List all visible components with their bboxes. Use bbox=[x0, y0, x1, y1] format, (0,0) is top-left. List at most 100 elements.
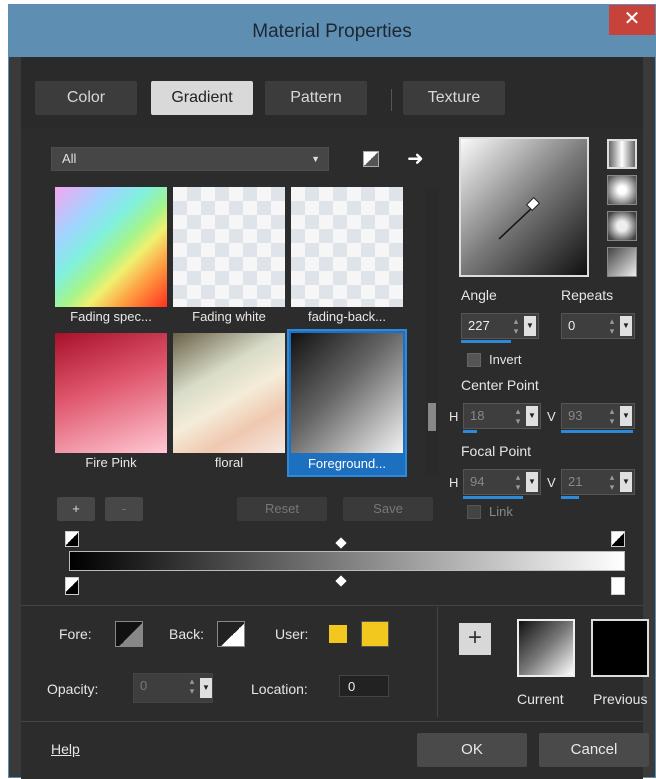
center-h-field[interactable]: 18 ▴ ▾ ▼ bbox=[463, 403, 541, 429]
tab-pattern[interactable]: Pattern bbox=[265, 81, 367, 115]
repeats-field[interactable]: 0 ▴ ▾ ▼ bbox=[561, 313, 635, 339]
gradient-list-scrollbar[interactable] bbox=[425, 187, 439, 477]
focal-v-value: 21 bbox=[568, 474, 583, 489]
footer-divider bbox=[21, 721, 643, 722]
gradient-label: Fading white bbox=[192, 309, 266, 324]
chevron-down-icon[interactable]: ▼ bbox=[526, 406, 538, 426]
angle-slider[interactable] bbox=[461, 340, 511, 343]
opacity-field[interactable]: 0 ▴ ▾ ▼ bbox=[133, 673, 213, 703]
gradient-thumb-fading-background[interactable] bbox=[291, 187, 403, 307]
window-title: Material Properties bbox=[252, 21, 412, 42]
linear-style-button[interactable] bbox=[607, 139, 637, 169]
center-h-value: 18 bbox=[470, 408, 485, 423]
center-v-label: V bbox=[547, 409, 556, 424]
chevron-down-icon[interactable]: ▼ bbox=[526, 472, 538, 492]
angle-label: Angle bbox=[461, 287, 497, 303]
remove-gradient-button[interactable]: - bbox=[105, 497, 143, 521]
section-divider bbox=[21, 605, 643, 606]
midpoint-marker-bottom[interactable] bbox=[335, 575, 347, 587]
arrow-right-icon[interactable]: ➜ bbox=[407, 146, 424, 171]
dialog-body: Color Gradient Pattern Texture All ▼ ➜ F… bbox=[21, 57, 649, 779]
chevron-down-icon[interactable]: ▼ bbox=[524, 316, 536, 336]
location-field[interactable]: 0 bbox=[339, 675, 389, 697]
focal-h-slider[interactable] bbox=[463, 496, 523, 499]
cancel-button[interactable]: Cancel bbox=[539, 733, 649, 767]
gradient-label: Fire Pink bbox=[85, 455, 137, 470]
focal-h-field[interactable]: 94 ▴ ▾ ▼ bbox=[463, 469, 541, 495]
center-v-slider[interactable] bbox=[561, 430, 633, 433]
gradient-label: Fading spec... bbox=[70, 309, 152, 324]
gradient-editor-bar[interactable] bbox=[69, 551, 625, 571]
focal-v-slider[interactable] bbox=[561, 496, 579, 499]
add-to-swatches-button[interactable]: + bbox=[459, 623, 491, 655]
gradient-label: Foreground... bbox=[307, 456, 387, 471]
center-h-label: H bbox=[449, 409, 459, 424]
midpoint-marker-top[interactable] bbox=[335, 537, 347, 549]
fore-swatch[interactable] bbox=[115, 621, 143, 647]
tab-color[interactable]: Color bbox=[35, 81, 137, 115]
category-filter-select[interactable]: All ▼ bbox=[51, 147, 329, 171]
bottom-stop-fore-marker[interactable] bbox=[65, 577, 79, 595]
opacity-label: Opacity: bbox=[47, 681, 99, 697]
gradient-thumb-fading-white[interactable] bbox=[173, 187, 285, 307]
save-button[interactable]: Save bbox=[343, 497, 433, 521]
current-label: Current bbox=[517, 691, 564, 707]
sunburst-style-button[interactable] bbox=[607, 211, 637, 241]
invert-label: Invert bbox=[489, 352, 522, 367]
category-filter-value: All bbox=[62, 151, 77, 166]
spinner-arrows-icon[interactable]: ▴ ▾ bbox=[186, 676, 198, 696]
radial-style-button[interactable] bbox=[607, 247, 637, 277]
gradient-preview[interactable] bbox=[459, 137, 589, 277]
gradient-thumb-fading-spectrum[interactable] bbox=[55, 187, 167, 307]
close-button[interactable]: ✕ bbox=[609, 5, 655, 35]
reset-button[interactable]: Reset bbox=[237, 497, 327, 521]
invert-checkbox[interactable] bbox=[467, 353, 481, 367]
focal-h-label: H bbox=[449, 475, 459, 490]
tab-bar: Color Gradient Pattern Texture bbox=[21, 57, 643, 129]
gradient-thumb-floral[interactable] bbox=[173, 333, 285, 453]
chevron-down-icon[interactable]: ▼ bbox=[620, 316, 632, 336]
angle-field[interactable]: 227 ▴ ▾ ▼ bbox=[461, 313, 539, 339]
center-v-value: 93 bbox=[568, 408, 583, 423]
help-link[interactable]: Help bbox=[51, 741, 80, 757]
angle-value: 227 bbox=[468, 318, 490, 333]
tab-texture[interactable]: Texture bbox=[403, 81, 505, 115]
spinner-arrows-icon[interactable]: ▴ ▾ bbox=[512, 472, 524, 492]
bottom-stop-back-marker[interactable] bbox=[611, 577, 625, 595]
link-checkbox[interactable] bbox=[467, 505, 481, 519]
user-color-swatch-small[interactable] bbox=[329, 625, 347, 643]
center-h-slider[interactable] bbox=[463, 430, 477, 433]
current-material-swatch[interactable] bbox=[517, 619, 575, 677]
repeats-value: 0 bbox=[568, 318, 576, 333]
gradient-label: fading-back... bbox=[307, 309, 387, 324]
top-stop-back-marker[interactable] bbox=[611, 531, 625, 547]
gradient-thumb-foreground-background[interactable] bbox=[291, 333, 403, 453]
tab-divider bbox=[391, 89, 392, 111]
tab-gradient[interactable]: Gradient bbox=[151, 81, 253, 115]
spinner-arrows-icon[interactable]: ▴ ▾ bbox=[510, 316, 522, 336]
gradient-label: floral bbox=[214, 455, 244, 470]
spinner-arrows-icon[interactable]: ▴ ▾ bbox=[606, 472, 618, 492]
scrollbar-thumb[interactable] bbox=[428, 403, 436, 431]
focal-v-field[interactable]: 21 ▴ ▾ ▼ bbox=[561, 469, 635, 495]
spinner-arrows-icon[interactable]: ▴ ▾ bbox=[606, 406, 618, 426]
center-v-field[interactable]: 93 ▴ ▾ ▼ bbox=[561, 403, 635, 429]
chevron-down-icon[interactable]: ▼ bbox=[200, 678, 212, 698]
title-bar[interactable]: Material Properties ✕ bbox=[9, 5, 655, 57]
chevron-down-icon[interactable]: ▼ bbox=[620, 472, 632, 492]
spinner-arrows-icon[interactable]: ▴ ▾ bbox=[512, 406, 524, 426]
location-value: 0 bbox=[348, 679, 356, 694]
gradient-swatch-icon[interactable] bbox=[363, 151, 379, 167]
spinner-arrows-icon[interactable]: ▴ ▾ bbox=[606, 316, 618, 336]
chevron-down-icon[interactable]: ▼ bbox=[620, 406, 632, 426]
back-swatch[interactable] bbox=[217, 621, 245, 647]
add-gradient-button[interactable]: + bbox=[57, 497, 95, 521]
ok-button[interactable]: OK bbox=[417, 733, 527, 767]
gradient-thumb-fire-pink[interactable] bbox=[55, 333, 167, 453]
rectangular-style-button[interactable] bbox=[607, 175, 637, 205]
focal-point-label: Focal Point bbox=[461, 443, 532, 459]
location-label: Location: bbox=[251, 681, 308, 697]
user-color-swatch[interactable] bbox=[361, 621, 389, 647]
previous-material-swatch[interactable] bbox=[591, 619, 649, 677]
top-stop-fore-marker[interactable] bbox=[65, 531, 79, 547]
